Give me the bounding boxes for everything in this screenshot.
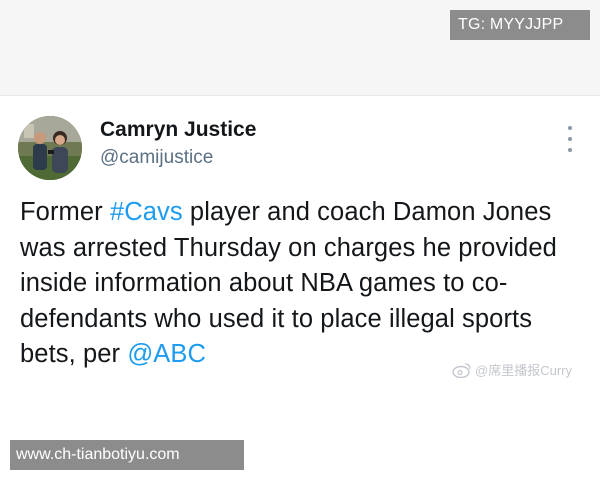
weibo-icon — [452, 362, 471, 378]
mention-link[interactable]: @ABC — [127, 340, 206, 368]
tg-overlay-label: TG: MYYJJPP — [450, 10, 590, 40]
tweet-text: Former #Cavs player and coach Damon Jone… — [20, 195, 580, 373]
display-name[interactable]: Camryn Justice — [100, 118, 256, 142]
tweet-text-part: Former — [20, 198, 110, 226]
avatar[interactable] — [18, 116, 82, 180]
hashtag-link[interactable]: #Cavs — [110, 198, 183, 226]
tweet-card: Camryn Justice @camijustice Former #Cavs… — [0, 96, 600, 480]
weibo-watermark: @席里播报Curry — [452, 360, 572, 379]
user-handle[interactable]: @camijustice — [100, 147, 213, 169]
avatar-photo — [18, 116, 82, 180]
more-options-icon[interactable] — [560, 126, 580, 152]
watermark-text: @席里播报Curry — [475, 363, 572, 378]
site-overlay-label: www.ch-tianbotiyu.com — [10, 440, 244, 470]
